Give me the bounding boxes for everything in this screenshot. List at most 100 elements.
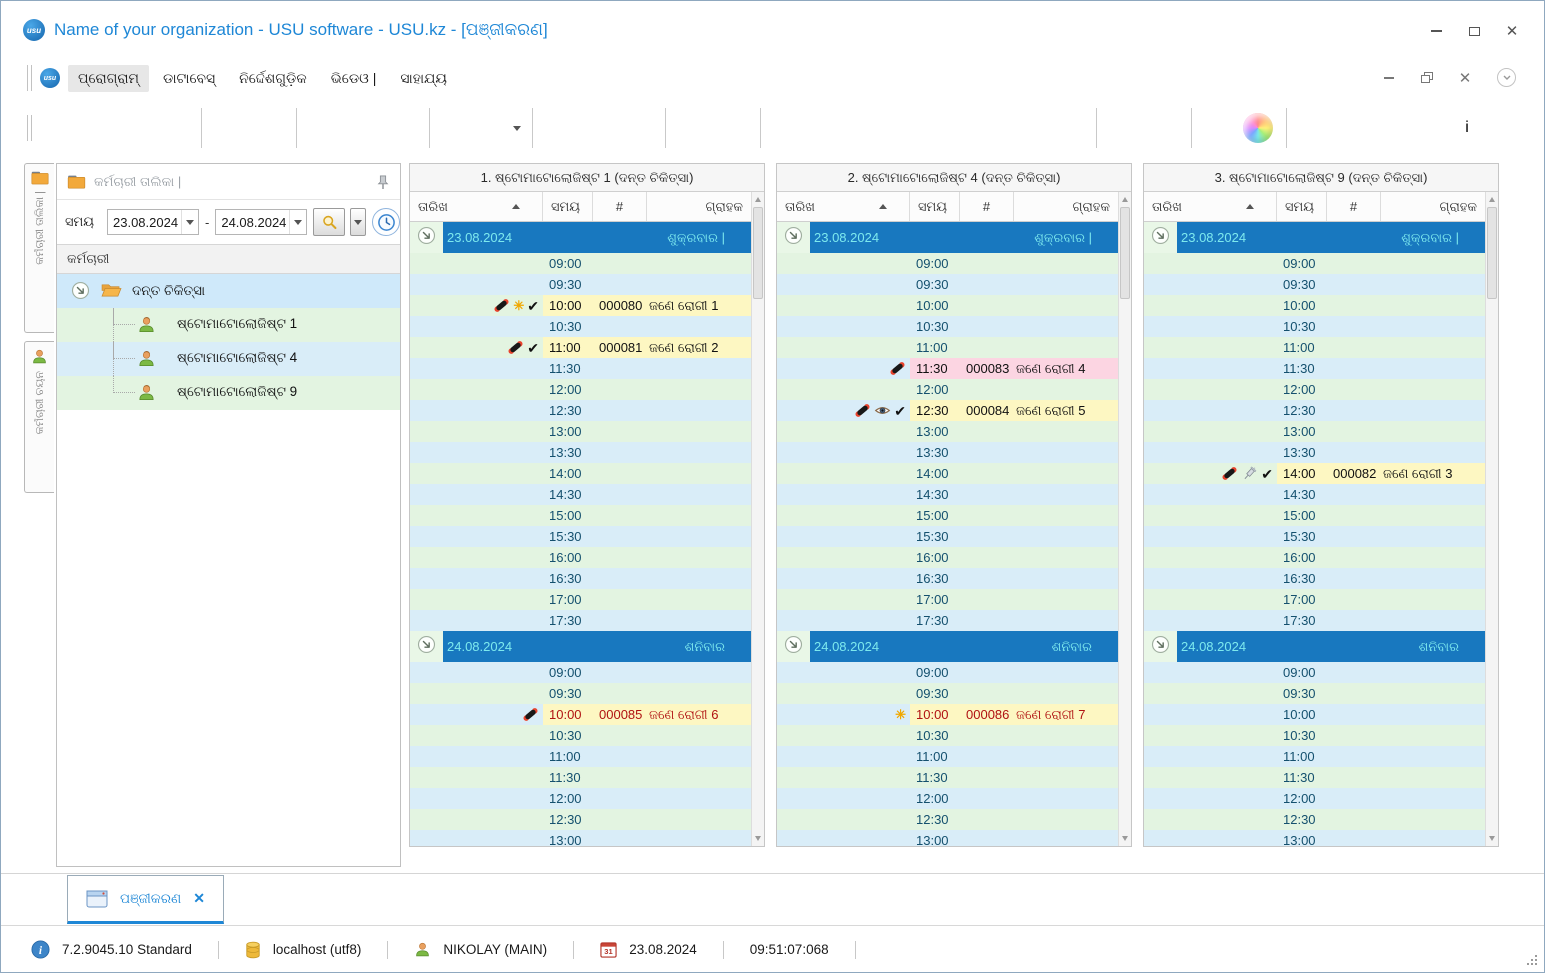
- user-groups-button[interactable]: [1372, 108, 1410, 148]
- time-slot-row[interactable]: 17:00: [777, 589, 1118, 610]
- employee-column-header[interactable]: କର୍ମଚାରୀ: [57, 244, 400, 274]
- collapse-group-icon[interactable]: [417, 635, 436, 659]
- time-slot-row[interactable]: 09:00: [410, 253, 751, 274]
- report-button[interactable]: [713, 108, 751, 148]
- appointment-row[interactable]: 11:30 000083 ଜଣେ ରୋଗୀ 4: [777, 358, 1118, 379]
- collapse-group-icon[interactable]: [417, 226, 436, 250]
- scrollbar-thumb[interactable]: [1120, 207, 1130, 299]
- pin-icon[interactable]: [376, 174, 390, 190]
- time-slot-row[interactable]: 11:00: [777, 337, 1118, 358]
- tab-close-icon[interactable]: ✕: [193, 890, 205, 907]
- toolbar-grip[interactable]: [27, 65, 32, 91]
- time-slot-row[interactable]: 13:00: [1144, 830, 1485, 846]
- new-document-button[interactable]: [40, 108, 78, 148]
- mdi-minimize-button[interactable]: [1381, 70, 1397, 86]
- menu-item-5[interactable]: ସାହାଯ୍ୟ: [390, 65, 457, 92]
- time-slot-row[interactable]: 12:00: [1144, 788, 1485, 809]
- close-button[interactable]: ✕: [1504, 23, 1520, 40]
- scrollbar-track[interactable]: [752, 299, 764, 831]
- more-button[interactable]: [1049, 108, 1087, 148]
- menu-overflow-icon[interactable]: [1497, 68, 1516, 87]
- time-slot-row[interactable]: 14:00: [777, 463, 1118, 484]
- plugin-button[interactable]: [1410, 108, 1448, 148]
- time-slot-row[interactable]: 09:30: [1144, 274, 1485, 295]
- resize-grip[interactable]: [1525, 953, 1537, 965]
- time-slot-row[interactable]: 09:30: [1144, 683, 1485, 704]
- time-slot-row[interactable]: 09:00: [777, 662, 1118, 683]
- collapse-all-button[interactable]: [580, 108, 618, 148]
- date-group-row[interactable]: 24.08.2024 ଶନିବାର: [410, 631, 751, 662]
- tree-item-employee[interactable]: ଷ୍ଟୋମାଟୋଲୋଜିଷ୍ଟ 9: [57, 376, 400, 410]
- time-slot-row[interactable]: 11:30: [410, 358, 751, 379]
- time-slot-row[interactable]: 15:30: [1144, 526, 1485, 547]
- date-group-row[interactable]: 24.08.2024 ଶନିବାର: [1144, 631, 1485, 662]
- time-slot-row[interactable]: 15:00: [410, 505, 751, 526]
- tab-registration[interactable]: ପଞ୍ଜୀକରଣ ✕: [67, 875, 224, 924]
- time-slot-row[interactable]: 11:00: [777, 746, 1118, 767]
- scroll-down-icon[interactable]: [752, 831, 764, 846]
- time-slot-row[interactable]: 09:00: [1144, 662, 1485, 683]
- edit-button[interactable]: [116, 108, 154, 148]
- time-slot-row[interactable]: 15:00: [1144, 505, 1485, 526]
- filter-button[interactable]: [306, 108, 344, 148]
- lock-button[interactable]: [1296, 108, 1334, 148]
- date-group-row[interactable]: 23.08.2024 ଶୁକ୍ରବାର |: [410, 222, 751, 253]
- appointment-row[interactable]: ✳ ✔ 10:00 000080 ଜଣେ ରୋଗୀ 1: [410, 295, 751, 316]
- date-from-input[interactable]: 23.08.2024: [107, 209, 199, 235]
- time-button[interactable]: [372, 208, 401, 236]
- time-slot-row[interactable]: 11:30: [1144, 358, 1485, 379]
- toolbar-grip-2[interactable]: [27, 115, 32, 141]
- time-slot-row[interactable]: 14:30: [1144, 484, 1485, 505]
- menu-item-2[interactable]: ଡାଟାବେସ୍: [153, 65, 225, 92]
- time-slot-row[interactable]: 09:30: [410, 274, 751, 295]
- color-theme-button[interactable]: [1239, 108, 1277, 148]
- image-button[interactable]: [477, 108, 515, 148]
- sidebar-tab-employee-select[interactable]: କର୍ମଚାରୀ ଚୟନ: [24, 341, 54, 493]
- time-slot-row[interactable]: 12:30: [410, 400, 751, 421]
- appointment-row[interactable]: ✔ 11:00 000081 ଜଣେ ରୋଗୀ 2: [410, 337, 751, 358]
- time-slot-row[interactable]: 10:30: [410, 725, 751, 746]
- scroll-up-icon[interactable]: [1119, 192, 1131, 207]
- expand-all-button[interactable]: [618, 108, 656, 148]
- location-pin-button[interactable]: [1106, 108, 1144, 148]
- time-slot-row[interactable]: 14:30: [410, 484, 751, 505]
- menu-item-1[interactable]: ପ୍ରୋଗ୍ରାମ୍: [68, 64, 149, 92]
- mdi-restore-button[interactable]: [1421, 72, 1433, 83]
- time-slot-row[interactable]: 16:00: [1144, 547, 1485, 568]
- time-slot-row[interactable]: 13:00: [410, 421, 751, 442]
- column-header-client[interactable]: ଗ୍ରାହକ: [647, 192, 751, 221]
- tree-root-dentistry[interactable]: ଦନ୍ତ ଚିକିତ୍ସା: [57, 274, 400, 308]
- scroll-down-icon[interactable]: [1486, 831, 1498, 846]
- time-slot-row[interactable]: 15:30: [410, 526, 751, 547]
- time-slot-row[interactable]: 09:30: [777, 274, 1118, 295]
- tree-item-employee[interactable]: ଷ୍ଟୋମାଟୋଲୋଜିଷ୍ଟ 1: [57, 308, 400, 342]
- appointment-row[interactable]: ✔ 14:00 000082 ଜଣେ ରୋଗୀ 3: [1144, 463, 1485, 484]
- time-slot-row[interactable]: 16:00: [410, 547, 751, 568]
- scrollbar-thumb[interactable]: [753, 207, 763, 299]
- time-slot-row[interactable]: 16:00: [777, 547, 1118, 568]
- image-dropdown-icon[interactable]: [511, 125, 523, 131]
- calendar-button[interactable]: [1144, 108, 1182, 148]
- column-header-date[interactable]: ତାରିଖ: [777, 192, 910, 221]
- time-slot-row[interactable]: 10:00: [1144, 295, 1485, 316]
- date-group-row[interactable]: 23.08.2024 ଶୁକ୍ରବାର |: [777, 222, 1118, 253]
- time-slot-row[interactable]: 17:00: [1144, 589, 1485, 610]
- time-slot-row[interactable]: 10:30: [410, 316, 751, 337]
- time-slot-row[interactable]: 12:00: [410, 379, 751, 400]
- time-slot-row[interactable]: 10:00: [777, 295, 1118, 316]
- chevron-down-icon[interactable]: [181, 210, 198, 234]
- time-slot-row[interactable]: 13:30: [777, 442, 1118, 463]
- time-slot-row[interactable]: 09:30: [777, 683, 1118, 704]
- date-group-row[interactable]: 24.08.2024 ଶନିବାର: [777, 631, 1118, 662]
- scroll-down-icon[interactable]: [1119, 831, 1131, 846]
- time-slot-row[interactable]: 12:30: [1144, 809, 1485, 830]
- time-slot-row[interactable]: 16:30: [410, 568, 751, 589]
- menu-item-4[interactable]: ଭିଡେଓ |: [321, 65, 387, 92]
- column-header-date[interactable]: ତାରିଖ: [410, 192, 543, 221]
- appointment-row[interactable]: ✔ 12:30 000084 ଜଣେ ରୋଗୀ 5: [777, 400, 1118, 421]
- time-slot-row[interactable]: 13:30: [1144, 442, 1485, 463]
- date-to-input[interactable]: 24.08.2024: [215, 209, 308, 235]
- minimize-button[interactable]: [1428, 23, 1444, 39]
- delete-button[interactable]: [154, 108, 192, 148]
- filter-columns-button[interactable]: [344, 108, 382, 148]
